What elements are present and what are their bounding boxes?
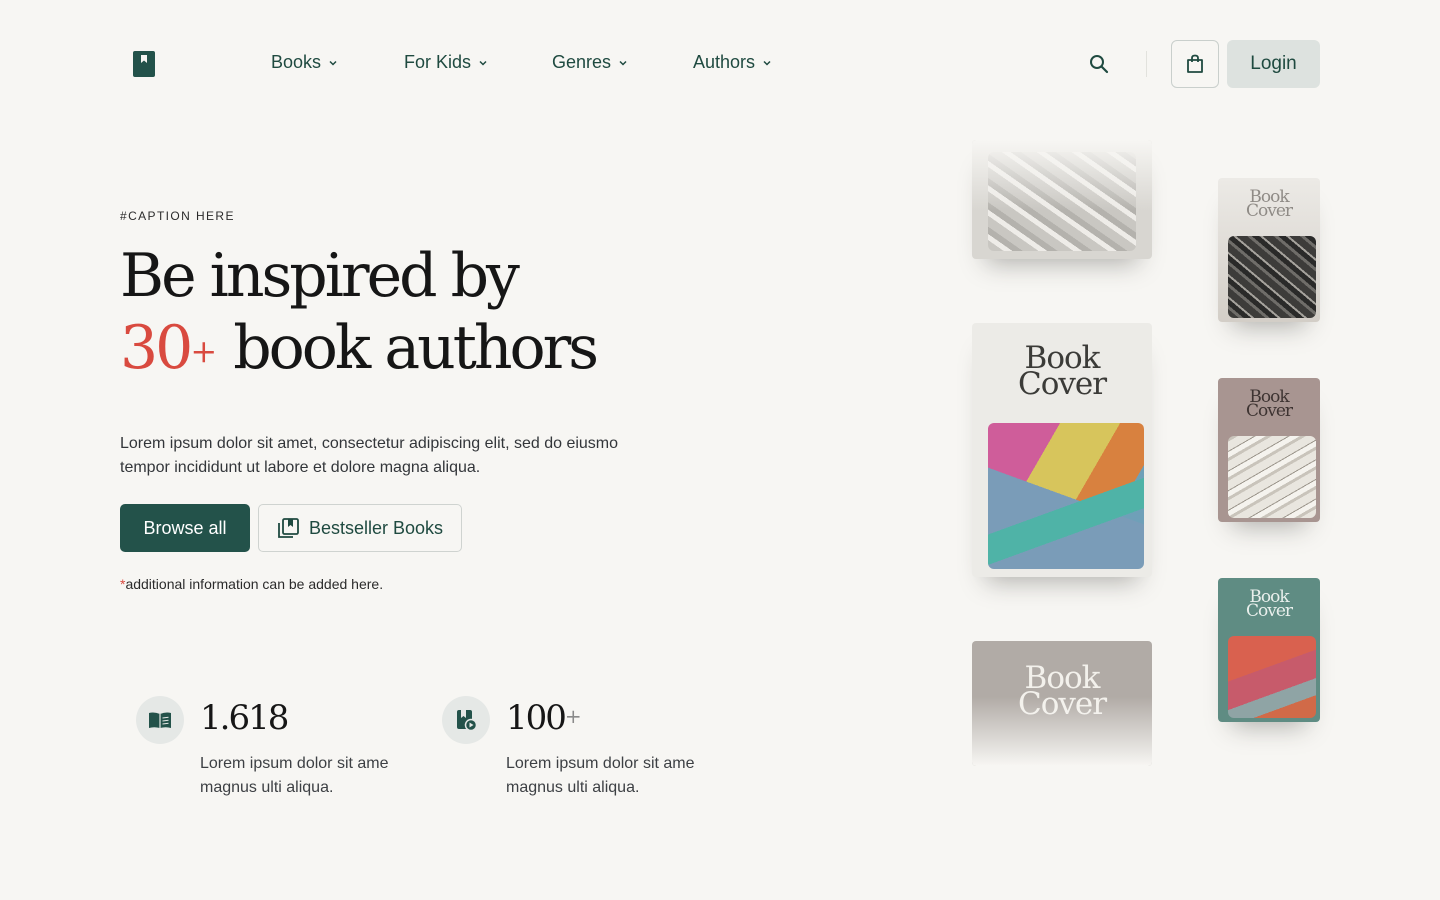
stat-value: 1.618 [200,698,289,738]
book-title-line2: Cover [1017,366,1107,402]
bestseller-books-button[interactable]: Bestseller Books [258,504,462,552]
hero-headline: Be inspired by 30+ book authors [120,240,599,387]
login-button[interactable]: Login [1227,40,1320,88]
nav-for-kids[interactable]: For Kids [404,52,488,73]
cover-artwork [988,423,1144,569]
book-title: Book Cover [972,663,1152,722]
bookmark-stack-icon [278,518,299,538]
cover-artwork [1228,436,1316,518]
stat-value: 100+ [506,698,582,738]
hero-description: Lorem ipsum dolor sit amet, consectetur … [120,435,619,476]
headline-number: 30 [120,313,193,383]
additional-info-note: *additional information can be added her… [120,576,383,592]
nav-authors-label: Authors [693,52,756,72]
book-play-icon [442,696,490,744]
headline-rest: book authors [217,313,599,383]
shopping-bag-icon [1187,54,1203,73]
stat-number: 1.618 [200,698,289,738]
book-title-line2: Cover [1245,601,1293,621]
book-title-line2: Cover [1017,686,1107,722]
nav-genres[interactable]: Genres [552,52,628,73]
book-title: Book Cover [1218,589,1320,621]
book-title-line2: Cover [1245,201,1293,221]
headline-line1: Be inspired by [120,241,520,311]
stat-number: 100 [506,698,567,738]
book-title: Book Cover [972,343,1152,402]
stat-description: Lorem ipsum dolor sit ame magnus ulti al… [506,755,695,796]
stat-description: Lorem ipsum dolor sit ame magnus ulti al… [200,755,389,796]
headline-plus: + [190,332,218,370]
bestseller-books-label: Bestseller Books [308,517,444,538]
nav-books[interactable]: Books [271,52,338,73]
book-cover-image[interactable]: Book Cover [972,641,1152,766]
nav-genres-label: Genres [552,52,612,72]
nav-for-kids-label: For Kids [404,52,472,72]
book-cover-image[interactable]: Book Cover [1218,178,1320,322]
cover-artwork [1228,236,1316,318]
book-cover-image[interactable]: Book Cover [1218,378,1320,522]
open-book-icon [136,696,184,744]
header-divider [1146,51,1147,77]
book-cover-featured[interactable]: Book Cover [972,323,1152,577]
chevron-down-icon [619,60,627,66]
book-title-line2: Cover [1245,401,1293,421]
cart-button[interactable] [1171,40,1219,88]
chevron-down-icon [763,60,771,66]
nav-authors[interactable]: Authors [693,52,772,73]
logo-icon[interactable] [133,51,155,77]
cover-artwork [1228,636,1316,718]
stat-plus: + [564,704,582,728]
browse-all-button[interactable]: Browse all [120,504,250,552]
chevron-down-icon [479,60,487,66]
search-icon[interactable] [1087,52,1111,76]
note-text: additional information can be added here… [125,576,384,592]
nav-books-label: Books [271,52,322,72]
book-cover-image[interactable] [972,140,1152,259]
book-title: Book Cover [1218,389,1320,421]
chevron-down-icon [329,60,337,66]
book-title: Book Cover [1218,189,1320,221]
book-cover-image[interactable]: Book Cover [1218,578,1320,722]
hero-caption: #CAPTION HERE [120,209,235,223]
cover-artwork [988,152,1136,251]
